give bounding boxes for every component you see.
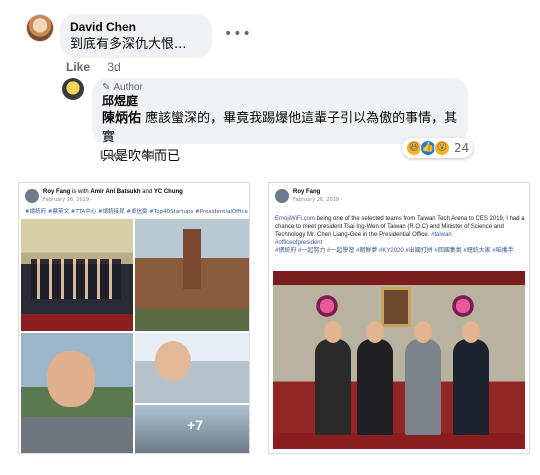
building-photo[interactable] (135, 219, 249, 331)
more-photos[interactable]: +7 (135, 405, 249, 453)
comment-time[interactable]: 3d (107, 60, 120, 74)
portrait-frame (381, 287, 411, 327)
comment: David Chen 到底有多深仇大恨... ••• Like 3d (26, 14, 506, 74)
reply-author[interactable]: 邱煜庭 (102, 93, 458, 109)
person (315, 321, 351, 435)
person (405, 321, 441, 435)
reply-comment: ✎ Author 邱煜庭 陳炳佑 應該蠻深的，畢竟我踢爆他這輩子引以為傲的事情，其… (62, 78, 482, 168)
avatar[interactable] (26, 14, 54, 42)
person (357, 321, 393, 435)
post-date[interactable]: February 26, 2019 · (293, 197, 342, 203)
post-card-right: Roy Fang February 26, 2019 · EmojiWiFi.c… (268, 182, 530, 454)
avatar[interactable] (25, 189, 39, 203)
comment-author[interactable]: David Chen (70, 19, 202, 35)
comment-actions: Like 3d (66, 60, 121, 74)
comment-bubble: David Chen 到底有多深仇大恨... (60, 14, 212, 58)
ceremony-photo[interactable] (273, 271, 525, 449)
group-photo[interactable] (21, 219, 133, 331)
reply-text: 陳炳佑 應該蠻深的，畢竟我踢爆他這輩子引以為傲的事情，其實 只是吹牛而已 (102, 111, 458, 164)
flower-arrangement (449, 295, 477, 317)
reaction-count: 24 (454, 141, 470, 155)
flower-arrangement (313, 295, 341, 317)
selfie-photo[interactable] (135, 333, 249, 403)
wow-icon: 😮 (434, 140, 450, 156)
post-text: EmojiWiFi.com being one of the selected … (275, 216, 525, 254)
reply-time[interactable]: 3d (141, 148, 154, 162)
person (453, 321, 489, 435)
comment-text: 到底有多深仇大恨... (70, 37, 187, 52)
reply-actions: Like 3d (100, 148, 155, 162)
selfie-photo[interactable] (21, 333, 133, 453)
post-card-left: Roy Fang is with Amir Ani Batsukh and YC… (18, 182, 250, 454)
mention-link[interactable]: 陳炳佑 (102, 111, 141, 126)
reply-bubble: ✎ Author 邱煜庭 陳炳佑 應該蠻深的，畢竟我踢爆他這輩子引以為傲的事情，其… (92, 78, 468, 164)
post-link[interactable]: EmojiWiFi.com (275, 216, 315, 222)
avatar[interactable] (62, 78, 84, 100)
avatar[interactable] (275, 189, 289, 203)
post-hashtags[interactable]: #總統府 #蔡英文 #TTA中心 #總統接見 #卓信豪 #Top40Startu… (25, 207, 248, 215)
like-button[interactable]: Like (100, 148, 124, 162)
pen-icon: ✎ (102, 82, 111, 93)
post-date[interactable]: February 26, 2019 · (43, 197, 92, 203)
like-button[interactable]: Like (66, 60, 90, 74)
post-author: Roy Fang is with Amir Ani Batsukh and YC… (43, 189, 183, 195)
more-options-icon[interactable]: ••• (224, 26, 252, 42)
reactions-summary[interactable]: 😆 👍 😮 24 (402, 138, 474, 158)
post-author[interactable]: Roy Fang (293, 189, 320, 195)
more-photos-count: +7 (187, 417, 203, 433)
red-carpet (273, 433, 525, 449)
author-badge: ✎ Author (102, 82, 143, 93)
